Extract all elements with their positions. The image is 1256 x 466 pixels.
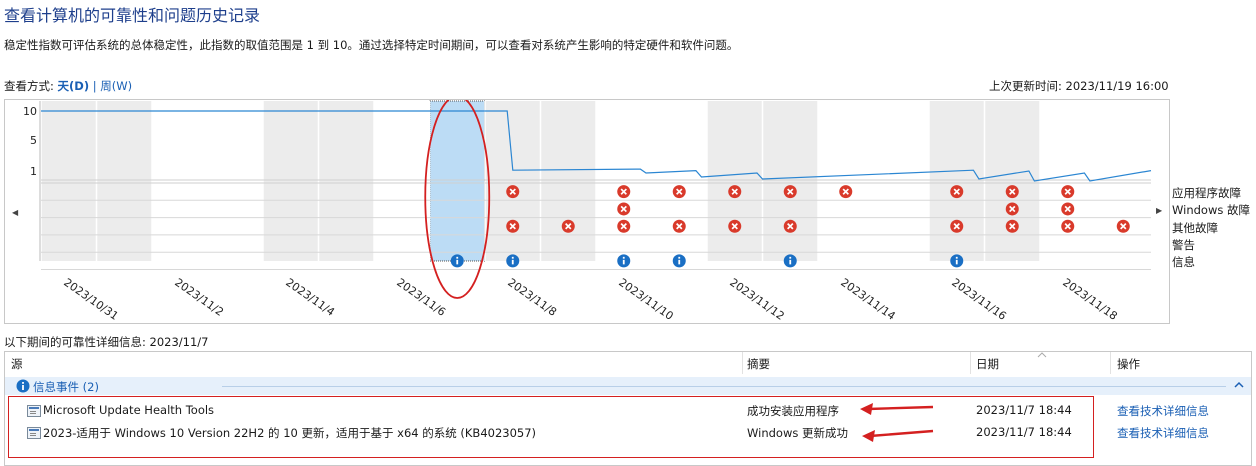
group-divider [222, 386, 1226, 387]
column-header-summary[interactable]: 摘要 [747, 356, 770, 372]
view-technical-details-link[interactable]: 查看技术详细信息 [1117, 403, 1209, 419]
info-icon-stem [955, 259, 958, 265]
info-icon-dot [511, 256, 514, 259]
date-tick-label: 2023/11/12 [727, 276, 786, 323]
y-tick-label: 1 [30, 165, 37, 178]
date-tick-label: 2023/11/14 [838, 276, 897, 323]
view-day-link[interactable]: 天(D) [58, 79, 90, 93]
page-description: 稳定性指数可评估系统的总体稳定性，此指数的取值范围是 1 到 10。通过选择特定… [4, 38, 739, 52]
view-separator: | [92, 79, 97, 93]
legend-windows-failures: Windows 故障 [1172, 203, 1250, 218]
date-tick-label: 2023/10/31 [61, 276, 120, 323]
legend-info: 信息 [1172, 255, 1195, 270]
info-icon-stem [789, 259, 792, 265]
column-divider [742, 352, 743, 374]
info-icon-dot [955, 256, 958, 259]
legend-app-failures: 应用程序故障 [1172, 186, 1241, 200]
info-icon-dot [789, 256, 792, 259]
info-icon-stem [678, 259, 681, 265]
column-divider [1110, 352, 1111, 374]
chart-legend: 应用程序故障 Windows 故障 其他故障 警告 信息 [1172, 185, 1250, 271]
day-column-shade [96, 101, 152, 261]
sort-arrow-icon [1037, 352, 1047, 358]
day-column-shade [41, 101, 97, 261]
details-period-label: 以下期间的可靠性详细信息: 2023/11/7 [4, 335, 209, 349]
info-icon [16, 379, 30, 393]
legend-warnings: 警告 [1172, 237, 1195, 252]
view-technical-details-link[interactable]: 查看技术详细信息 [1117, 425, 1209, 441]
day-column-shade [540, 101, 596, 261]
last-updated-text: 上次更新时间: 2023/11/19 16:00 [989, 79, 1169, 93]
day-column-shade [707, 101, 763, 261]
day-column-shade [318, 101, 374, 261]
info-icon-dot [456, 256, 459, 259]
day-column-shade [263, 101, 319, 261]
reliability-chart[interactable]: 10 5 1 ◀ 2023/10/31 2023/11/2 2023/11/4 2023/11… [4, 99, 1170, 324]
column-header-source[interactable]: 源 [11, 356, 23, 372]
day-column-shade [485, 101, 541, 261]
chevron-right-icon[interactable]: ▶ [1156, 206, 1162, 215]
selected-day-column[interactable] [429, 101, 486, 261]
column-header-date[interactable]: 日期 [976, 356, 999, 372]
page-title: 查看计算机的可靠性和问题历史记录 [4, 6, 261, 25]
column-divider [970, 352, 971, 374]
date-tick-label: 2023/11/8 [505, 276, 559, 319]
chevron-left-icon[interactable]: ◀ [12, 208, 19, 217]
y-tick-label: 5 [30, 134, 37, 147]
legend-misc-failures: 其他故障 [1172, 220, 1218, 235]
view-mode-bar: 查看方式: 天(D) | 周(W) [4, 78, 132, 94]
info-icon-stem [511, 259, 514, 265]
annotation-arrows [860, 403, 934, 442]
y-tick-label: 10 [23, 105, 37, 118]
reliability-chart-canvas: 10 5 1 ◀ 2023/10/31 2023/11/2 2023/11/4 2023/11… [12, 100, 1152, 323]
date-tick-label: 2023/11/4 [283, 276, 337, 319]
day-column-shade [929, 101, 985, 261]
column-header-action[interactable]: 操作 [1117, 356, 1140, 372]
date-tick-label: 2023/11/16 [949, 276, 1008, 323]
date-tick-label: 2023/11/10 [616, 276, 675, 323]
info-icon-dot [622, 256, 625, 259]
info-icon-dot [678, 256, 681, 259]
day-column-shade [984, 101, 1040, 261]
info-icon-stem [622, 259, 625, 265]
group-title: 信息事件 (2) [33, 380, 99, 394]
date-tick-label: 2023/11/2 [172, 276, 226, 319]
view-week-link[interactable]: 周(W) [100, 79, 132, 93]
info-icon-stem [456, 259, 459, 265]
view-mode-label: 查看方式: [4, 79, 54, 93]
collapse-icon[interactable] [1234, 381, 1244, 389]
day-column-shade [762, 101, 818, 261]
date-tick-label: 2023/11/18 [1060, 276, 1119, 323]
